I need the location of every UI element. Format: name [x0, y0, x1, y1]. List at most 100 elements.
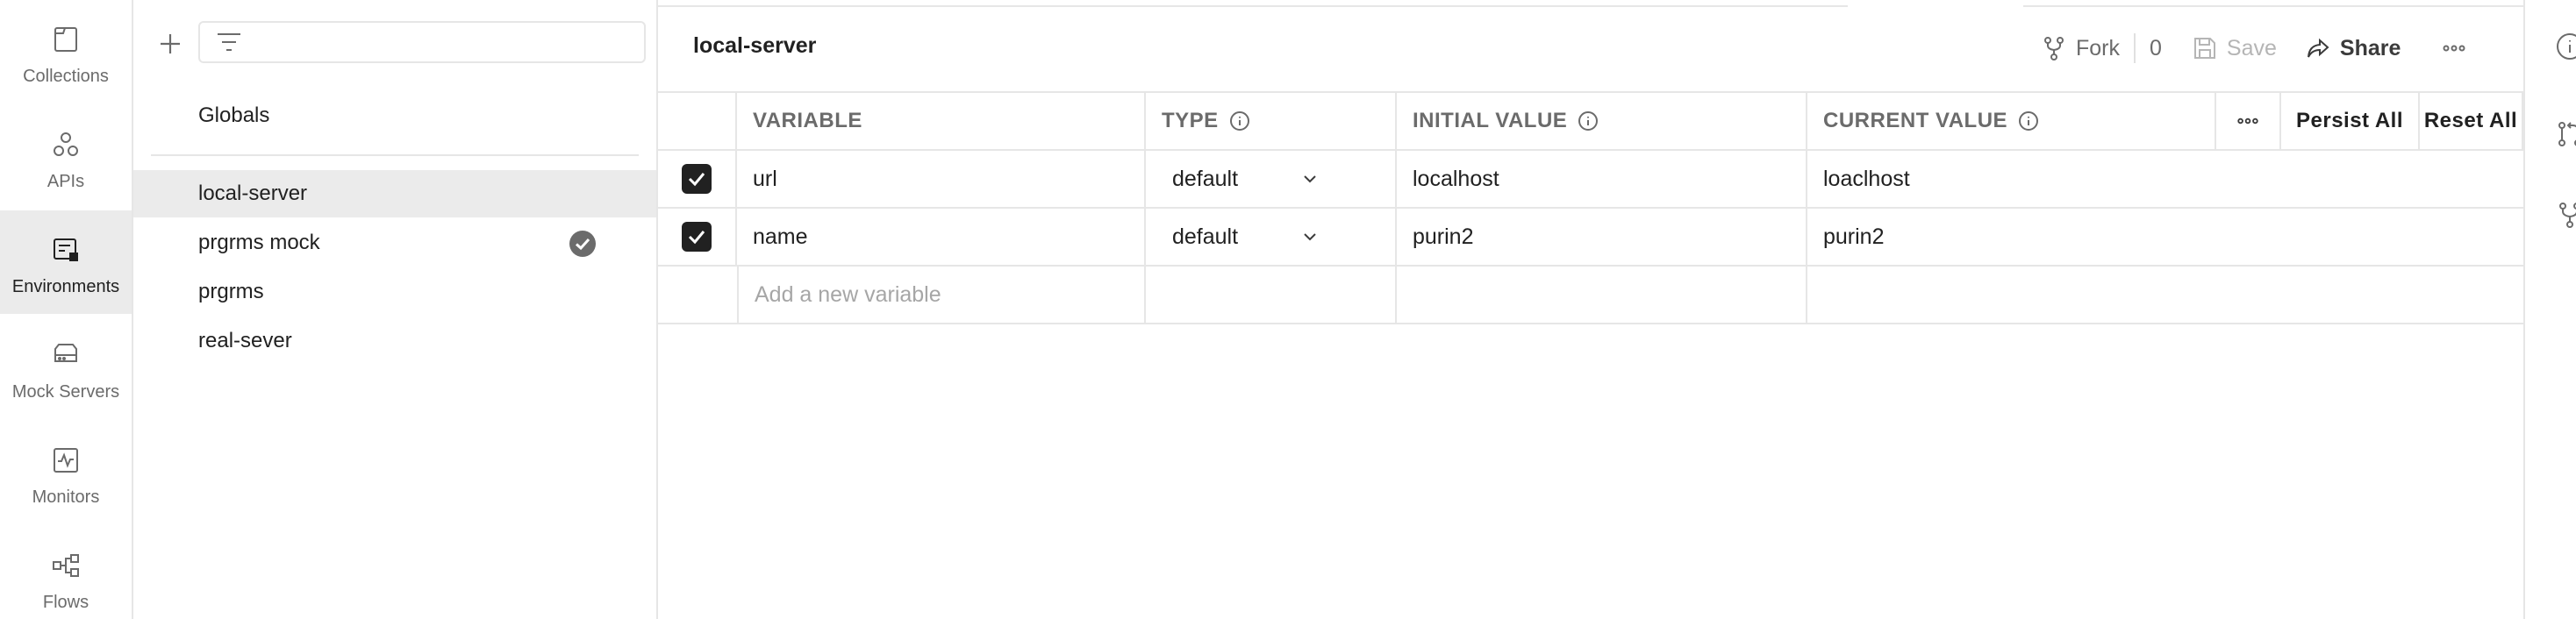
nav-label: Environments — [11, 277, 120, 296]
share-button[interactable]: Share — [2305, 28, 2401, 68]
filter-input[interactable] — [251, 25, 644, 60]
header-initial-value-label: INITIAL VALUE — [1413, 109, 1568, 132]
fork-icon — [2044, 37, 2064, 60]
save-icon — [2193, 38, 2215, 59]
fork-button[interactable]: Fork — [2041, 28, 2120, 68]
nav-item-flows[interactable]: Flows — [0, 526, 132, 619]
nav-item-monitors[interactable]: Monitors — [0, 421, 132, 524]
type-cell: default — [1146, 209, 1397, 265]
current-value: loaclhost — [1823, 166, 1910, 191]
fork-icon[interactable] — [2555, 200, 2576, 230]
variable-name-cell[interactable]: name — [737, 209, 1146, 265]
header-current-value-label: CURRENT VALUE — [1823, 109, 2008, 132]
header-variable-label: VARIABLE — [753, 109, 862, 132]
new-variable-input[interactable]: Add a new variable — [737, 267, 1146, 323]
persist-all-button[interactable]: Persist All — [2281, 93, 2420, 149]
filter-box — [198, 21, 646, 63]
divider — [2134, 33, 2136, 63]
environment-name: prgrms — [198, 280, 264, 303]
variable-name: name — [753, 224, 808, 249]
row-checkbox-cell — [658, 151, 737, 207]
row-checkbox-cell — [658, 209, 737, 265]
initial-value-cell[interactable]: purin2 — [1397, 209, 1807, 265]
header-current-value: CURRENT VALUE — [1807, 93, 2216, 149]
header-type-label: TYPE — [1162, 109, 1219, 132]
fork-label: Fork — [2076, 35, 2120, 60]
reset-all-label: Reset All — [2423, 109, 2518, 132]
nav-item-environments[interactable]: Environments — [0, 210, 132, 314]
environment-item[interactable]: local-server — [133, 170, 656, 217]
active-environment-check-icon[interactable] — [569, 230, 597, 258]
info-icon[interactable] — [1229, 110, 1250, 132]
environment-editor: local-server Fork 0 Save Share VARIABLE … — [658, 0, 2523, 619]
nav-item-collections[interactable]: Collections — [0, 0, 132, 103]
variable-name-cell[interactable]: url — [737, 151, 1146, 207]
header-variable: VARIABLE — [737, 93, 1146, 149]
new-current-value-cell[interactable] — [1807, 267, 2523, 323]
variable-enabled-checkbox[interactable] — [682, 164, 712, 194]
info-icon[interactable] — [1578, 110, 1599, 132]
nav-label: Flows — [42, 593, 89, 612]
header-initial-value: INITIAL VALUE — [1397, 93, 1807, 149]
apis-icon — [54, 132, 78, 156]
add-environment-button[interactable] — [151, 25, 190, 63]
variable-name: url — [753, 166, 777, 191]
current-value: purin2 — [1823, 224, 1885, 249]
table-row: url default localhost loaclhost — [658, 151, 2523, 209]
share-label: Share — [2339, 35, 2401, 60]
environment-title: local-server — [693, 33, 817, 58]
type-value: default — [1172, 224, 1239, 249]
header-more-button[interactable] — [2216, 93, 2281, 149]
variable-enabled-checkbox[interactable] — [682, 222, 712, 252]
nav-label: Monitors — [32, 487, 100, 507]
environment-item[interactable]: real-sever — [133, 317, 656, 365]
current-value-cell[interactable]: purin2 — [1807, 209, 2523, 265]
environment-name: local-server — [198, 181, 308, 205]
environment-name: real-sever — [198, 329, 292, 352]
type-select[interactable]: default — [1162, 167, 1320, 192]
initial-value: localhost — [1413, 166, 1499, 191]
type-select[interactable]: default — [1162, 224, 1320, 250]
collections-icon — [54, 27, 77, 52]
current-value-cell[interactable]: loaclhost — [1807, 151, 2523, 207]
check-icon — [688, 231, 705, 245]
more-options-button[interactable] — [2441, 28, 2467, 68]
new-type-cell[interactable] — [1146, 267, 1397, 323]
persist-all-label: Persist All — [2296, 109, 2403, 132]
initial-value: purin2 — [1413, 224, 1474, 249]
type-cell: default — [1146, 151, 1397, 207]
divider — [151, 154, 639, 156]
pull-request-icon[interactable] — [2555, 119, 2576, 149]
right-context-rail — [2523, 0, 2576, 619]
environment-name: prgrms mock — [198, 231, 320, 254]
nav-label: APIs — [47, 172, 85, 191]
header-type: TYPE — [1146, 93, 1397, 149]
nav-item-mock-servers[interactable]: Mock Servers — [0, 316, 132, 419]
info-icon[interactable] — [2555, 32, 2576, 61]
new-variable-placeholder: Add a new variable — [755, 281, 941, 307]
row-checkbox-cell — [658, 267, 737, 323]
environment-item[interactable]: prgrms mock — [133, 219, 656, 267]
globals-item[interactable]: Globals — [133, 95, 656, 137]
reset-all-button[interactable]: Reset All — [2420, 93, 2523, 149]
tab-strip — [2023, 0, 2523, 7]
environment-item[interactable]: prgrms — [133, 268, 656, 316]
nav-item-apis[interactable]: APIs — [0, 105, 132, 209]
share-icon — [2307, 38, 2329, 58]
nav-label: Collections — [23, 67, 109, 86]
table-header-row: VARIABLE TYPE INITIAL VALUE CURRENT VALU… — [658, 93, 2523, 151]
variables-table: VARIABLE TYPE INITIAL VALUE CURRENT VALU… — [658, 91, 2523, 324]
mock-servers-icon — [54, 344, 77, 362]
check-icon — [688, 173, 705, 187]
globals-label: Globals — [198, 103, 270, 127]
toolbar: Fork 0 Save Share — [2041, 28, 2467, 68]
new-initial-value-cell[interactable] — [1397, 267, 1807, 323]
save-button[interactable]: Save — [2192, 28, 2277, 68]
nav-label: Mock Servers — [11, 382, 120, 402]
new-variable-row: Add a new variable — [658, 267, 2523, 324]
plus-icon — [161, 34, 180, 53]
info-icon[interactable] — [2018, 110, 2039, 132]
flows-icon — [53, 554, 79, 577]
environment-sidebar: Globals local-server prgrms mock prgrms … — [133, 0, 658, 619]
initial-value-cell[interactable]: localhost — [1397, 151, 1807, 207]
